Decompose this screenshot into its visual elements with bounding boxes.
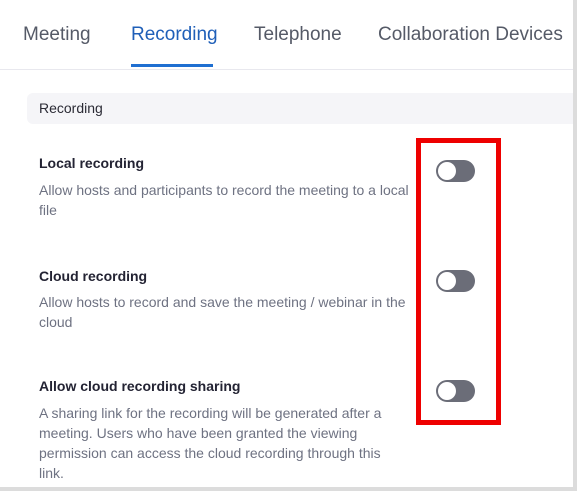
cloud-recording-description: Allow hosts to record and save the meeti…: [39, 294, 406, 330]
settings-tabs: Meeting Recording Telephone Collaboratio…: [0, 0, 573, 70]
tab-recording[interactable]: Recording: [131, 24, 218, 46]
section-header: Recording: [27, 93, 573, 124]
local-recording-description: Allow hosts and participants to record t…: [39, 182, 409, 218]
tab-meeting[interactable]: Meeting: [23, 24, 91, 46]
local-recording-title: Local recording: [39, 155, 145, 171]
settings-panel: Meeting Recording Telephone Collaboratio…: [0, 0, 577, 491]
toggles-highlight-box: [416, 138, 501, 425]
cloud-recording-sharing-description: A sharing link for the recording will be…: [39, 405, 382, 481]
section-title: Recording: [39, 100, 103, 116]
tab-telephone[interactable]: Telephone: [254, 24, 342, 46]
cloud-recording-title: Cloud recording: [39, 268, 148, 284]
tab-collaboration-devices[interactable]: Collaboration Devices: [378, 24, 563, 46]
cloud-recording-sharing-title: Allow cloud recording sharing: [39, 378, 241, 394]
active-tab-indicator: [131, 64, 213, 67]
